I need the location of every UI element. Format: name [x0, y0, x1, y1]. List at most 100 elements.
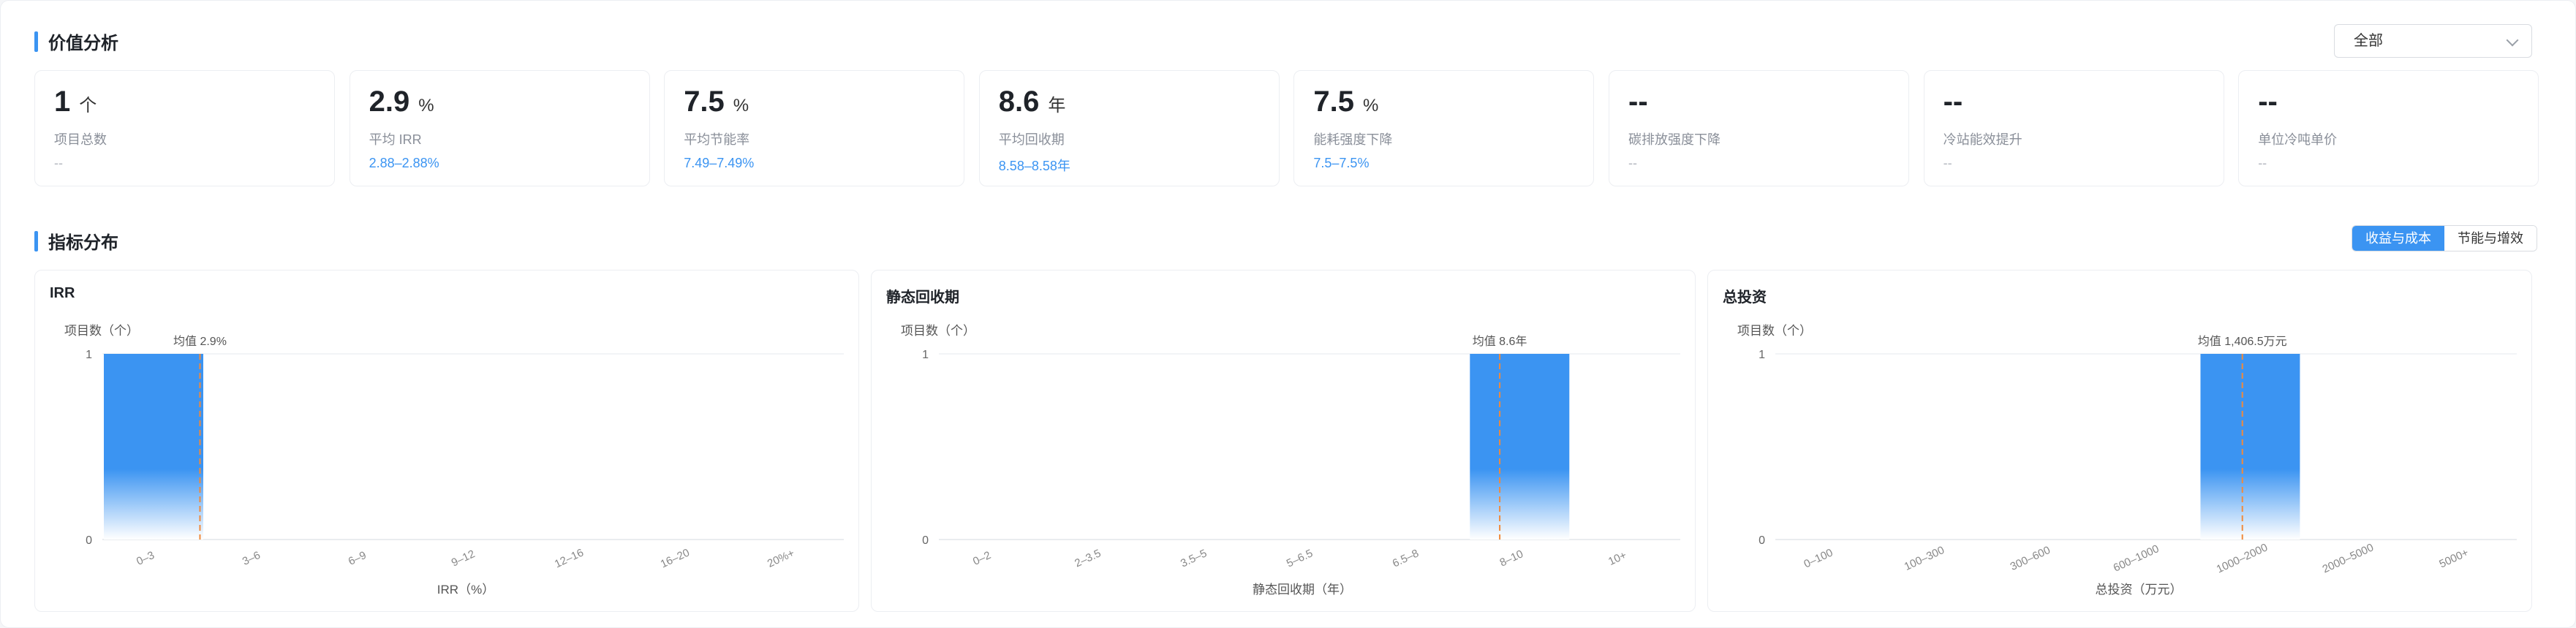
mean-label: 均值 8.6年: [1473, 335, 1527, 348]
x-tick-label: 2–3.5: [1073, 547, 1103, 570]
kpi-card: 1 个项目总数 --: [34, 70, 335, 186]
chart-card-payback: 静态回收期 0 1 项目数（个） 0–2 2–3.5 3.5–5 5–6.5 6.5–8 8–1…: [871, 270, 1696, 612]
x-tick-label: 8–10: [1498, 548, 1525, 570]
kpi-label: 平均 IRR: [369, 132, 422, 147]
x-tick-label: 16–20: [659, 546, 692, 570]
x-tick-label: 0–2: [971, 549, 993, 568]
kpi-number: 1: [54, 86, 71, 118]
mean-label: 均值 1,406.5万元: [2198, 335, 2287, 348]
kpi-range: 7.49–7.49%: [684, 156, 755, 170]
metric-group-toggle: 收益与成本 节能与增效: [2352, 225, 2537, 251]
x-tick-label: 12–16: [553, 546, 586, 570]
kpi-range: 7.5–7.5%: [1313, 156, 1370, 170]
toggle-energy-efficiency[interactable]: 节能与增效: [2444, 226, 2537, 251]
kpi-label: 能耗强度下降: [1313, 132, 1393, 147]
x-tick-label: 3.5–5: [1179, 547, 1209, 570]
y-tick-label: 0: [922, 534, 929, 547]
x-tick-label: 0–3: [135, 549, 156, 568]
kpi-range: 8.58–8.58年: [998, 159, 1070, 173]
x-tick-label: 300–600: [2009, 544, 2052, 573]
kpi-range: 2.88–2.88%: [369, 156, 439, 170]
filter-select[interactable]: 全部: [2334, 24, 2532, 58]
kpi-unit: %: [1363, 96, 1379, 116]
kpi-value: 8.6 年: [999, 86, 1066, 118]
kpi-value: 1个: [54, 86, 97, 118]
distribution-title-text: 指标分布: [48, 233, 118, 253]
bar: [104, 354, 203, 540]
kpi-label: 冷站能效提升: [1943, 132, 2022, 147]
kpi-value: 7.5%: [684, 86, 749, 118]
payback-chart: 0 1 项目数（个） 0–2 2–3.5 3.5–5 5–6.5 6.5–8 8–10 10+ 静态…: [901, 324, 1680, 597]
kpi-value: 2.9%: [369, 86, 434, 118]
x-axis-label: 静态回收期（年）: [1253, 583, 1352, 597]
kpi-number: --: [1943, 86, 1963, 118]
kpi-number: --: [1628, 86, 1648, 118]
x-tick-label: 600–1000: [2112, 542, 2161, 575]
x-tick-label: 6.5–8: [1391, 547, 1421, 570]
investment-chart: 0 1 项目数（个） 0–100 100–300 300–600 600–1000 1000–…: [1737, 324, 2517, 597]
value-analysis-title: 价值分析: [34, 29, 118, 54]
y-tick-label: 0: [86, 534, 92, 547]
kpi-unit: 年: [1048, 96, 1066, 116]
value-analysis-title-text: 价值分析: [48, 34, 118, 53]
kpi-value: 7.5%: [1313, 86, 1378, 118]
x-tick-label: 1000–2000: [2215, 541, 2270, 575]
kpi-label: 单位冷吨单价: [2258, 132, 2338, 147]
x-tick-label: 9–12: [450, 548, 477, 570]
filter-select-value: 全部: [2354, 33, 2383, 49]
bar: [1470, 354, 1570, 540]
x-tick-label: 3–6: [241, 549, 262, 568]
kpi-card: 8.6 年平均回收期 8.58–8.58年: [978, 70, 1280, 186]
y-axis-label: 项目数（个）: [901, 324, 975, 338]
x-tick-label: 100–300: [1903, 544, 1946, 573]
kpi-value: --: [2258, 86, 2286, 118]
irr-chart: 0 1 项目数（个） 0–3 3–6 6–9 9–12 12–16 16–20 20%+ IRR（%…: [64, 324, 844, 597]
kpi-range: --: [54, 156, 63, 170]
kpi-card: 7.5% 平均节能率 7.49–7.49%: [664, 70, 965, 186]
kpi-number: 7.5: [684, 86, 725, 118]
kpi-range: --: [1628, 156, 1637, 170]
kpi-number: 2.9: [369, 86, 410, 118]
chevron-down-icon: [2506, 34, 2519, 47]
kpi-value: --: [1944, 86, 1972, 118]
kpi-card: -- 单位冷吨单价 --: [2238, 70, 2539, 186]
kpi-label: 平均回收期: [998, 132, 1065, 147]
kpi-value: --: [1628, 86, 1657, 118]
chart-card-investment: 总投资 0 1 项目数（个） 0–100 100–300 300–600 600–1000 1…: [1707, 270, 2532, 612]
kpi-range: --: [1943, 156, 1952, 170]
x-axis-label: 总投资（万元）: [2096, 583, 2183, 597]
y-tick-label: 1: [922, 349, 929, 361]
title-accent-bar: [34, 230, 38, 251]
chart-card-irr: IRR 0 1 项目数（个） 0–3 3–6 6–9 9–12 12–16 16–20 20%+ I…: [34, 270, 859, 612]
x-tick-label: 10+: [1606, 549, 1628, 568]
y-tick-label: 0: [1759, 534, 1765, 547]
kpi-card: -- 冷站能效提升 --: [1923, 70, 2224, 186]
kpi-unit: %: [733, 96, 749, 116]
kpi-label: 平均节能率: [684, 132, 750, 147]
kpi-card: 2.9% 平均 IRR 2.88–2.88%: [349, 70, 650, 186]
toggle-revenue-cost[interactable]: 收益与成本: [2352, 226, 2444, 251]
kpi-number: --: [2258, 86, 2278, 118]
kpi-unit: %: [418, 96, 434, 116]
y-axis-label: 项目数（个）: [64, 324, 139, 338]
kpi-label: 碳排放强度下降: [1628, 132, 1721, 147]
x-tick-label: 20%+: [766, 547, 797, 570]
bar: [2200, 354, 2300, 540]
value-analysis-panel: 价值分析 全部 1 个项目总数 -- 2.9% 平均 IRR 2.88–2.88% 7.5%…: [0, 0, 2576, 628]
kpi-card: -- 碳排放强度下降 --: [1609, 70, 1909, 186]
title-accent-bar: [34, 31, 38, 52]
x-tick-label: 5000+: [2437, 546, 2471, 570]
x-axis-label: IRR（%）: [437, 583, 494, 597]
x-tick-label: 5–6.5: [1285, 547, 1315, 570]
kpi-unit: 个: [79, 96, 97, 116]
distribution-title: 指标分布: [34, 228, 118, 254]
kpi-range: --: [2258, 156, 2267, 170]
x-tick-label: 2000–5000: [2321, 541, 2376, 575]
kpi-number: 8.6: [998, 86, 1040, 118]
y-tick-label: 1: [1759, 349, 1765, 361]
kpi-number: 7.5: [1313, 86, 1354, 118]
kpi-card: 7.5% 能耗强度下降 7.5–7.5%: [1293, 70, 1595, 186]
x-tick-label: 6–9: [347, 549, 369, 568]
y-axis-label: 项目数（个）: [1737, 324, 1812, 338]
x-tick-label: 0–100: [1802, 546, 1835, 570]
